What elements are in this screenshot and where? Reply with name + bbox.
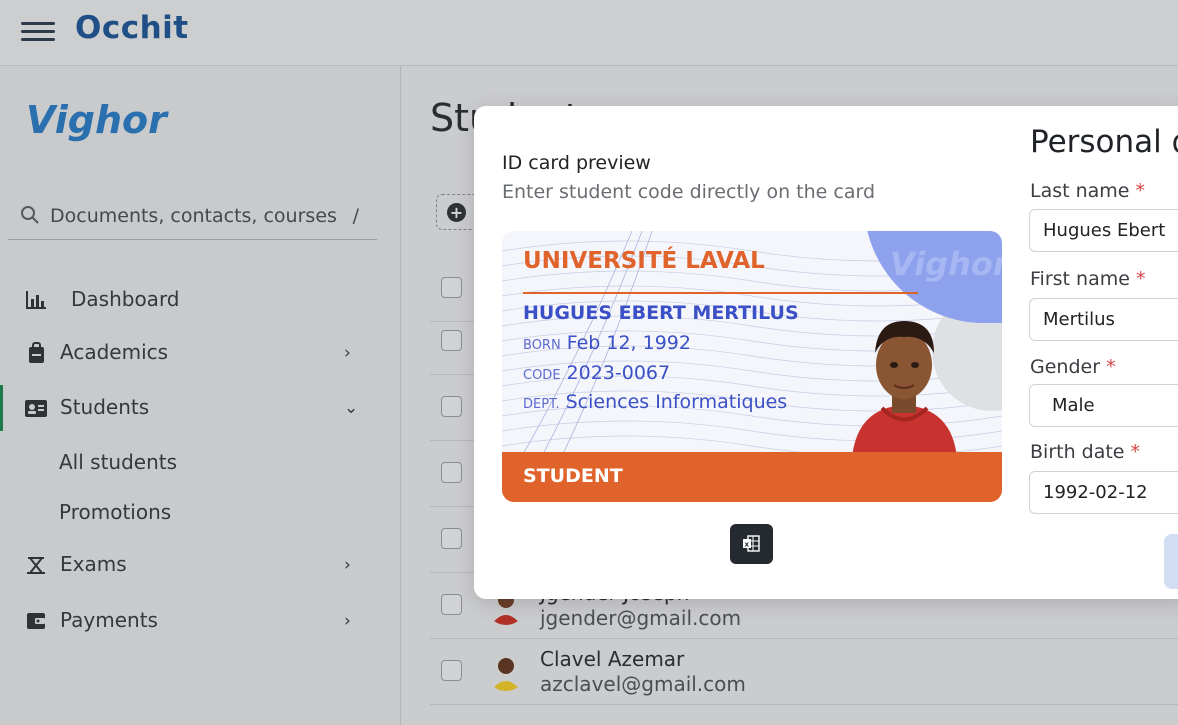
row-checkbox[interactable] bbox=[441, 594, 462, 615]
search-icon bbox=[21, 206, 39, 224]
student-name: Clavel Azemar bbox=[540, 647, 685, 671]
sidebar-item-label: Payments bbox=[60, 608, 158, 632]
chevron-right-icon: › bbox=[344, 555, 351, 575]
card-field-key: DEPT. bbox=[523, 397, 560, 412]
sidebar-item-exams[interactable]: Exams › bbox=[0, 542, 400, 588]
card-born-field: BORN Feb 12, 1992 bbox=[523, 332, 691, 354]
student-email: azclavel@gmail.com bbox=[540, 672, 746, 696]
first-name-label: First name * bbox=[1030, 268, 1146, 290]
card-university: UNIVERSITÉ LAVAL bbox=[523, 248, 765, 274]
card-field-key: BORN bbox=[523, 338, 561, 353]
table-row[interactable]: Clavel Azemar azclavel@gmail.com bbox=[430, 639, 1178, 705]
id-card-preview-title: ID card preview bbox=[502, 152, 651, 174]
search-placeholder: Documents, contacts, courses bbox=[50, 205, 337, 227]
sidebar-item-academics[interactable]: Academics › bbox=[0, 330, 400, 376]
sidebar-logo[interactable]: Vighor bbox=[26, 98, 167, 142]
bag-icon bbox=[29, 342, 44, 363]
chevron-right-icon: › bbox=[344, 611, 351, 631]
excel-icon: x bbox=[743, 535, 760, 552]
row-checkbox[interactable] bbox=[441, 462, 462, 483]
plus-circle-icon: + bbox=[447, 203, 466, 222]
card-field-key: CODE bbox=[523, 368, 561, 383]
sidebar-item-label: Exams bbox=[60, 552, 127, 576]
chevron-down-icon: ⌄ bbox=[344, 398, 359, 418]
card-field-value: Feb 12, 1992 bbox=[566, 332, 691, 354]
student-modal: ID card preview Enter student code direc… bbox=[474, 106, 1178, 599]
sidebar-item-dashboard[interactable]: Dashboard bbox=[0, 277, 400, 323]
gender-select[interactable]: Male bbox=[1029, 384, 1178, 427]
last-name-label: Last name * bbox=[1030, 180, 1146, 202]
row-checkbox[interactable] bbox=[441, 330, 462, 351]
id-card-icon bbox=[25, 400, 47, 417]
card-field-value: 2023-0067 bbox=[566, 362, 671, 384]
row-checkbox[interactable] bbox=[441, 660, 462, 681]
gender-label: Gender * bbox=[1030, 356, 1116, 378]
app-brand[interactable]: Occhit bbox=[75, 10, 189, 46]
row-checkbox[interactable] bbox=[441, 396, 462, 417]
export-excel-button[interactable]: x bbox=[730, 524, 773, 564]
card-footer-label: STUDENT bbox=[523, 465, 623, 487]
chevron-right-icon: › bbox=[344, 343, 351, 363]
svg-text:x: x bbox=[745, 541, 750, 549]
sidebar-item-label: Students bbox=[60, 395, 150, 419]
avatar bbox=[486, 651, 526, 691]
sidebar: Vighor Documents, contacts, courses / Da… bbox=[0, 66, 401, 725]
last-name-field[interactable]: Hugues Ebert bbox=[1029, 209, 1178, 252]
sidebar-subitem-all-students[interactable]: All students bbox=[59, 450, 177, 474]
first-name-field[interactable]: Mertilus bbox=[1029, 298, 1178, 341]
sidebar-item-label: Dashboard bbox=[71, 287, 180, 311]
hamburger-menu-icon[interactable] bbox=[21, 22, 55, 44]
search-shortcut: / bbox=[352, 205, 359, 227]
birth-date-label: Birth date * bbox=[1030, 441, 1141, 463]
select-all-checkbox[interactable] bbox=[441, 277, 462, 298]
top-bar: Occhit bbox=[0, 0, 1178, 66]
sidebar-item-students[interactable]: Students ⌄ bbox=[0, 385, 400, 431]
birth-date-field[interactable]: 1992-02-12 bbox=[1029, 471, 1178, 514]
card-divider bbox=[523, 292, 918, 294]
card-field-value: Sciences Informatiques bbox=[565, 391, 788, 413]
bar-chart-icon bbox=[26, 291, 46, 309]
student-photo bbox=[852, 321, 957, 458]
form-title: Personal details bbox=[1030, 124, 1178, 160]
card-watermark-logo: Vighor bbox=[890, 245, 1002, 283]
id-card-preview-subtitle: Enter student code directly on the card bbox=[502, 181, 876, 203]
sidebar-subitem-promotions[interactable]: Promotions bbox=[59, 500, 171, 524]
sidebar-item-label: Academics bbox=[60, 340, 169, 364]
exam-icon bbox=[27, 557, 45, 574]
save-button[interactable] bbox=[1164, 534, 1178, 589]
card-code-field[interactable]: CODE 2023-0067 bbox=[523, 362, 670, 384]
card-footer: STUDENT bbox=[502, 452, 1002, 502]
sidebar-item-payments[interactable]: Payments › bbox=[0, 598, 400, 644]
row-checkbox[interactable] bbox=[441, 528, 462, 549]
active-indicator bbox=[0, 385, 3, 431]
student-email: jgender@gmail.com bbox=[540, 606, 742, 630]
card-dept-field: DEPT. Sciences Informatiques bbox=[523, 391, 787, 413]
sidebar-search[interactable]: Documents, contacts, courses / bbox=[8, 194, 377, 240]
id-card: Vighor UNIVERSITÉ LAVAL HUGUES EBERT MER… bbox=[502, 231, 1002, 502]
wallet-icon bbox=[27, 613, 45, 629]
card-student-name: HUGUES EBERT MERTILUS bbox=[523, 302, 799, 324]
